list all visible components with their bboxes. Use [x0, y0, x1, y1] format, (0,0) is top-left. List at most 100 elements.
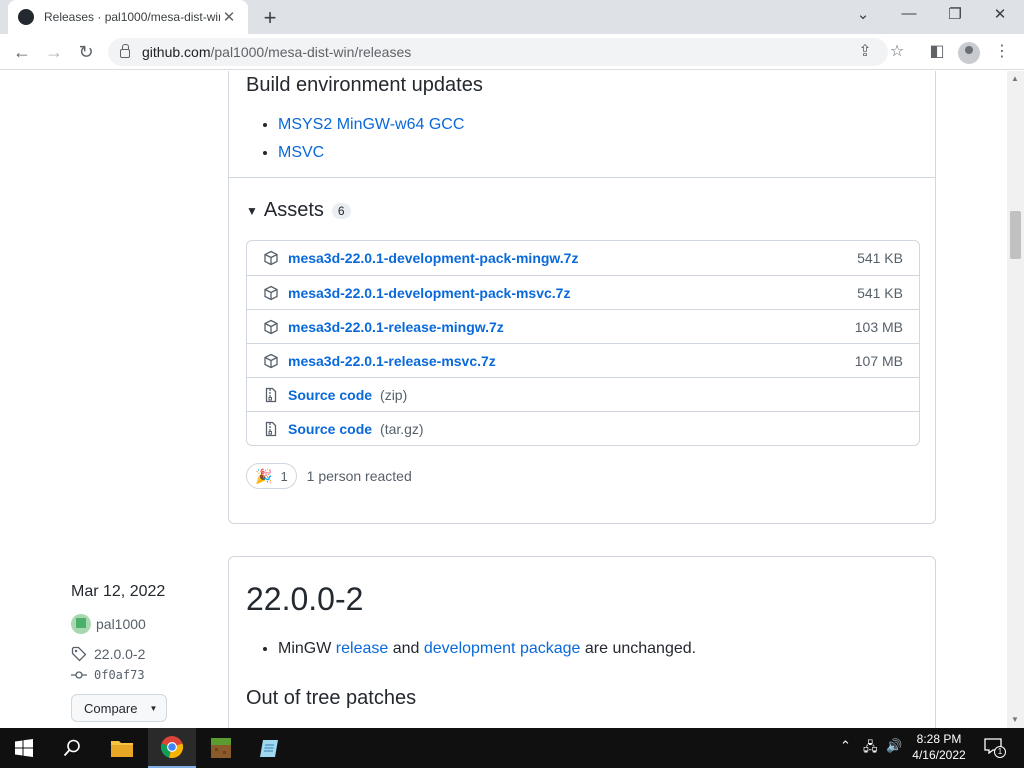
notification-badge: 1 — [994, 746, 1006, 758]
reload-button[interactable]: ↻ — [74, 40, 98, 64]
asset-link[interactable]: mesa3d-22.0.1-development-pack-msvc.7z — [288, 285, 570, 301]
caret-down-icon: ▼ — [149, 703, 158, 713]
network-icon[interactable]: 🖧 — [863, 738, 878, 760]
asset-link[interactable]: mesa3d-22.0.1-release-mingw.7z — [288, 319, 504, 335]
system-clock[interactable]: 8:28 PM 4/16/2022 — [900, 731, 978, 763]
show-hidden-icons[interactable]: ⌃ — [840, 738, 851, 754]
author-avatar — [71, 614, 91, 634]
divider — [229, 177, 935, 178]
development-package-link[interactable]: development package — [424, 640, 581, 657]
asset-size: 107 MB — [854, 352, 903, 369]
asset-row: Source code (tar.gz) — [247, 411, 919, 445]
lock-icon — [120, 44, 130, 58]
minecraft-button[interactable] — [197, 728, 245, 768]
asset-row: Source code (zip) — [247, 377, 919, 411]
assets-list: mesa3d-22.0.1-development-pack-mingw.7z … — [246, 240, 920, 446]
browser-toolbar: ← → ↻ github.com/pal1000/mesa-dist-win/r… — [0, 34, 1024, 70]
search-button[interactable] — [48, 728, 96, 768]
reactions: 🎉 1 1 person reacted — [246, 463, 412, 489]
author-name[interactable]: pal1000 — [96, 616, 146, 632]
browser-tab-strip: Releases · pal1000/mesa-dist-win ✕ + ⌄ —… — [0, 0, 1024, 34]
note-text: and — [392, 640, 420, 657]
scroll-thumb[interactable] — [1010, 211, 1021, 259]
asset-row: mesa3d-22.0.1-release-msvc.7z 107 MB — [247, 343, 919, 377]
notification-center-button[interactable]: 1 — [984, 738, 1006, 758]
notepad-button[interactable] — [246, 728, 294, 768]
grass-block-icon — [211, 738, 231, 758]
assets-count-badge: 6 — [331, 202, 351, 219]
file-zip-icon — [265, 421, 277, 436]
list-item: MSVC — [278, 139, 464, 167]
asset-row: mesa3d-22.0.1-release-mingw.7z 103 MB — [247, 309, 919, 343]
windows-logo-icon — [15, 739, 33, 757]
address-bar[interactable]: github.com/pal1000/mesa-dist-win/release… — [108, 38, 888, 66]
release-notes-list: MinGW release and development package ar… — [278, 635, 696, 663]
note-text: are unchanged. — [584, 640, 697, 657]
tag-name[interactable]: 22.0.0-2 — [94, 646, 145, 662]
page-content: Build environment updates MSYS2 MinGW-w6… — [0, 71, 1007, 728]
reaction-summary: 1 person reacted — [306, 468, 412, 484]
start-button[interactable] — [0, 728, 48, 768]
package-icon — [264, 285, 278, 300]
asset-size: 541 KB — [857, 250, 903, 266]
restore-button[interactable]: ❐ — [940, 5, 970, 23]
tag-icon — [71, 646, 87, 662]
source-zip-link[interactable]: Source code — [288, 387, 372, 403]
windows-taskbar: ⌃ 🖧 🔊 8:28 PM 4/16/2022 1 — [0, 728, 1024, 768]
side-panel-icon[interactable]: ◧ — [925, 40, 949, 64]
asset-link[interactable]: mesa3d-22.0.1-development-pack-mingw.7z — [288, 250, 578, 266]
chrome-button[interactable] — [148, 728, 196, 768]
section-heading: Out of tree patches — [246, 687, 417, 709]
commit-row[interactable]: 0f0af73 — [71, 668, 145, 682]
caret-down-icon: ▼ — [246, 203, 258, 218]
asset-size: 541 KB — [857, 284, 903, 301]
asset-link[interactable]: mesa3d-22.0.1-release-msvc.7z — [288, 353, 496, 369]
list-item: MSYS2 MinGW-w64 GCC — [278, 111, 464, 139]
reaction-button[interactable]: 🎉 1 — [246, 463, 297, 489]
page-scrollbar[interactable]: ▲ ▼ — [1007, 71, 1024, 728]
release-card: Build environment updates MSYS2 MinGW-w6… — [228, 71, 936, 524]
browser-tab[interactable]: Releases · pal1000/mesa-dist-win ✕ — [8, 0, 248, 34]
release-title[interactable]: 22.0.0-2 — [246, 581, 363, 618]
tab-search-icon[interactable]: ⌄ — [848, 5, 878, 23]
profile-avatar[interactable] — [958, 42, 980, 64]
close-tab-icon[interactable]: ✕ — [220, 8, 238, 26]
github-icon — [18, 9, 34, 25]
package-icon — [264, 319, 278, 334]
reaction-count: 1 — [280, 468, 288, 484]
notepad-icon — [260, 740, 278, 757]
release-card: 22.0.0-2 MinGW release and development p… — [228, 556, 936, 728]
asset-size: 103 MB — [854, 318, 903, 335]
chrome-icon — [160, 736, 184, 759]
build-links-list: MSYS2 MinGW-w64 GCC MSVC — [278, 111, 464, 167]
scroll-down-arrow[interactable]: ▼ — [1011, 715, 1019, 724]
compare-button[interactable]: Compare ▼ — [71, 694, 167, 722]
forward-button[interactable]: → — [42, 40, 66, 64]
commit-hash[interactable]: 0f0af73 — [94, 668, 145, 682]
tag-row[interactable]: 22.0.0-2 — [71, 646, 145, 662]
share-icon[interactable]: ⇪ — [853, 40, 877, 64]
package-icon — [264, 250, 278, 266]
new-tab-button[interactable]: + — [258, 5, 282, 31]
tada-icon: 🎉 — [255, 467, 273, 484]
bookmark-star-icon[interactable]: ☆ — [885, 40, 909, 64]
file-explorer-button[interactable] — [98, 728, 146, 768]
source-targz-link[interactable]: Source code — [288, 421, 372, 437]
back-button[interactable]: ← — [10, 40, 34, 64]
msvc-link[interactable]: MSVC — [278, 144, 324, 161]
close-window-button[interactable]: ✕ — [985, 5, 1015, 23]
list-item: MinGW release and development package ar… — [278, 635, 696, 663]
asset-row: mesa3d-22.0.1-development-pack-msvc.7z 5… — [247, 275, 919, 309]
assets-toggle[interactable]: ▼ Assets 6 — [246, 199, 351, 222]
minimize-button[interactable]: — — [894, 5, 924, 22]
release-date: Mar 12, 2022 — [71, 583, 166, 600]
msys2-link[interactable]: MSYS2 MinGW-w64 GCC — [278, 116, 464, 133]
author-row[interactable]: pal1000 — [71, 614, 146, 634]
source-type: (zip) — [380, 386, 408, 403]
scroll-up-arrow[interactable]: ▲ — [1011, 74, 1019, 83]
assets-title: Assets — [263, 199, 324, 221]
tab-title: Releases · pal1000/mesa-dist-win — [44, 10, 220, 24]
release-link[interactable]: release — [336, 640, 388, 657]
menu-icon[interactable]: ⋮ — [990, 40, 1014, 64]
build-heading: Build environment updates — [246, 74, 483, 96]
